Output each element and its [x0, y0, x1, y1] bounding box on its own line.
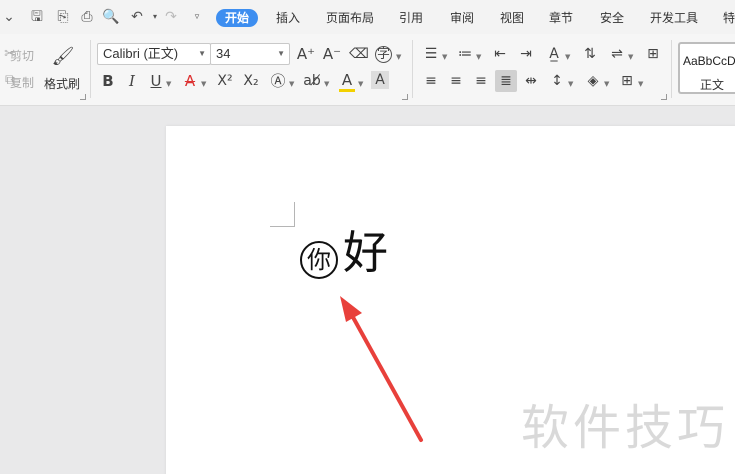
- annotation-arrow-icon: [340, 296, 423, 442]
